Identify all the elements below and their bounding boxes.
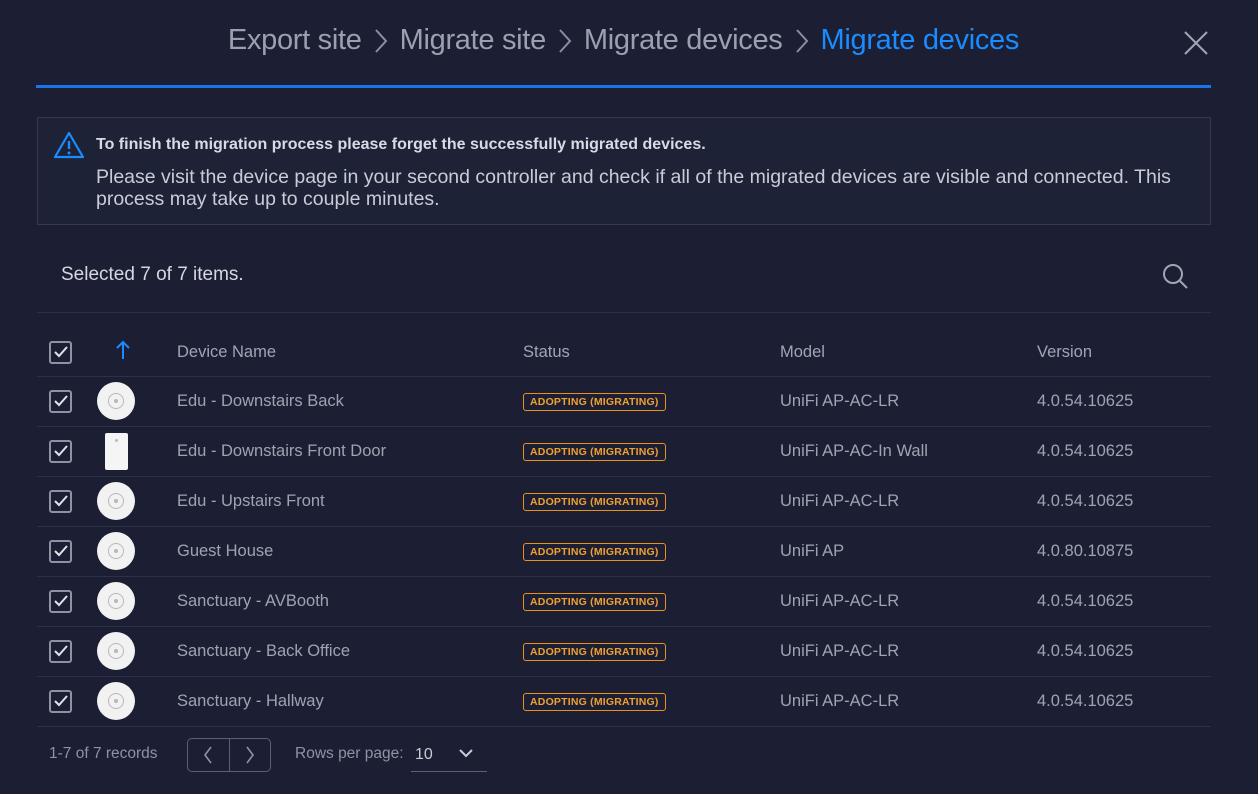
row-checkbox[interactable] xyxy=(49,589,72,613)
table-row[interactable]: Sanctuary - Hallway ADOPTING (MIGRATING) U… xyxy=(37,676,1211,726)
arrow-up-icon xyxy=(116,340,130,359)
chevron-right-icon xyxy=(783,28,821,54)
status-badge: ADOPTING (MIGRATING) xyxy=(523,493,666,511)
table-toolbar: Selected 7 of 7 items. xyxy=(37,248,1211,313)
device-image xyxy=(97,632,135,670)
rows-per-page-label: Rows per page: xyxy=(295,745,404,762)
search-button[interactable] xyxy=(1161,262,1189,295)
wizard-stepper: Export site Migrate site Migrate devices… xyxy=(36,0,1211,88)
notice-body: Please visit the device page in your sec… xyxy=(96,166,1171,210)
status-badge: ADOPTING (MIGRATING) xyxy=(523,393,666,411)
chevron-right-icon xyxy=(246,746,254,764)
chevron-right-icon xyxy=(546,28,584,54)
close-button[interactable] xyxy=(1181,28,1211,58)
device-model: UniFi AP-AC-LR xyxy=(780,591,900,610)
device-version: 4.0.54.10625 xyxy=(1037,491,1134,510)
checkmark-icon xyxy=(53,545,68,557)
device-model: UniFi AP-AC-LR xyxy=(780,641,900,660)
column-header-device-name[interactable]: Device Name xyxy=(177,329,523,376)
migration-notice: To finish the migration process please f… xyxy=(37,117,1211,225)
device-image xyxy=(97,532,135,570)
row-checkbox[interactable] xyxy=(49,689,72,713)
column-header-status[interactable]: Status xyxy=(523,329,780,376)
row-checkbox[interactable] xyxy=(49,439,72,463)
device-version: 4.0.54.10625 xyxy=(1037,391,1134,410)
device-image xyxy=(97,582,135,620)
table-row[interactable]: Guest House ADOPTING (MIGRATING) UniFi AP 4… xyxy=(37,526,1211,576)
search-icon xyxy=(1163,264,1188,289)
device-model: UniFi AP-AC-LR xyxy=(780,691,900,710)
device-name: Edu - Upstairs Front xyxy=(177,491,325,510)
records-count: 1-7 of 7 records xyxy=(49,745,158,762)
column-header-version[interactable]: Version xyxy=(1037,329,1211,376)
device-name: Edu - Downstairs Front Door xyxy=(177,441,387,460)
checkmark-icon xyxy=(53,645,68,657)
sort-button[interactable] xyxy=(97,329,177,376)
notice-title: To finish the migration process please f… xyxy=(96,136,706,153)
table-row[interactable]: Sanctuary - AVBooth ADOPTING (MIGRATING) U… xyxy=(37,576,1211,626)
device-name: Guest House xyxy=(177,541,274,560)
table-row[interactable]: Edu - Downstairs Front Door ADOPTING (MIG… xyxy=(37,426,1211,476)
row-checkbox[interactable] xyxy=(49,539,72,563)
device-image xyxy=(97,682,135,720)
selection-count: Selected 7 of 7 items. xyxy=(61,264,244,285)
table-row[interactable]: Edu - Upstairs Front ADOPTING (MIGRATING)… xyxy=(37,476,1211,526)
row-checkbox[interactable] xyxy=(49,639,72,663)
device-name: Edu - Downstairs Back xyxy=(177,391,344,410)
chevron-down-icon xyxy=(459,749,473,758)
status-badge: ADOPTING (MIGRATING) xyxy=(523,443,666,461)
rows-per-page-select[interactable]: 10 xyxy=(411,740,487,772)
status-badge: ADOPTING (MIGRATING) xyxy=(523,593,666,611)
step-migrate-site[interactable]: Migrate site xyxy=(400,24,547,57)
rows-per-page-value: 10 xyxy=(415,746,433,763)
checkmark-icon xyxy=(53,495,68,507)
wizard-steps: Export site Migrate site Migrate devices… xyxy=(36,24,1211,57)
devices-table: Device Name Status Model Version Edu - D… xyxy=(37,329,1211,727)
device-image xyxy=(97,382,135,420)
device-model: UniFi AP xyxy=(780,541,845,560)
device-image xyxy=(105,432,128,470)
step-migrate-devices-current: Migrate devices xyxy=(820,24,1020,56)
device-version: 4.0.54.10625 xyxy=(1037,441,1134,460)
status-badge: ADOPTING (MIGRATING) xyxy=(523,543,666,561)
table-row[interactable]: Sanctuary - Back Office ADOPTING (MIGRATI… xyxy=(37,626,1211,676)
checkmark-icon xyxy=(53,346,68,358)
row-checkbox[interactable] xyxy=(49,389,72,413)
checkmark-icon xyxy=(53,695,68,707)
select-all-checkbox[interactable] xyxy=(49,340,72,364)
next-page-button[interactable] xyxy=(228,739,271,771)
table-row[interactable]: Edu - Downstairs Back ADOPTING (MIGRATING… xyxy=(37,376,1211,426)
status-badge: ADOPTING (MIGRATING) xyxy=(523,643,666,661)
device-version: 4.0.80.10875 xyxy=(1037,541,1134,560)
previous-page-button[interactable] xyxy=(188,739,229,771)
device-model: UniFi AP-AC-In Wall xyxy=(780,441,928,460)
device-version: 4.0.54.10625 xyxy=(1037,591,1134,610)
step-export-site[interactable]: Export site xyxy=(228,24,362,57)
device-name: Sanctuary - Hallway xyxy=(177,691,324,710)
device-name: Sanctuary - AVBooth xyxy=(177,591,329,610)
pagination xyxy=(187,738,271,772)
status-badge: ADOPTING (MIGRATING) xyxy=(523,693,666,711)
device-version: 4.0.54.10625 xyxy=(1037,641,1134,660)
table-header-row: Device Name Status Model Version xyxy=(37,329,1211,376)
checkmark-icon xyxy=(53,595,68,607)
chevron-left-icon xyxy=(204,746,212,764)
checkmark-icon xyxy=(53,395,68,407)
device-model: UniFi AP-AC-LR xyxy=(780,391,900,410)
device-image xyxy=(97,482,135,520)
checkmark-icon xyxy=(53,445,68,457)
warning-triangle-icon xyxy=(53,131,85,159)
device-model: UniFi AP-AC-LR xyxy=(780,491,900,510)
column-header-model[interactable]: Model xyxy=(780,329,1037,376)
step-migrate-devices[interactable]: Migrate devices xyxy=(584,24,783,57)
close-icon xyxy=(1184,31,1208,55)
chevron-right-icon xyxy=(362,28,400,54)
device-version: 4.0.54.10625 xyxy=(1037,691,1134,710)
table-footer: 1-7 of 7 records Rows per page: 10 xyxy=(37,736,1211,776)
device-name: Sanctuary - Back Office xyxy=(177,641,351,660)
row-checkbox[interactable] xyxy=(49,489,72,513)
